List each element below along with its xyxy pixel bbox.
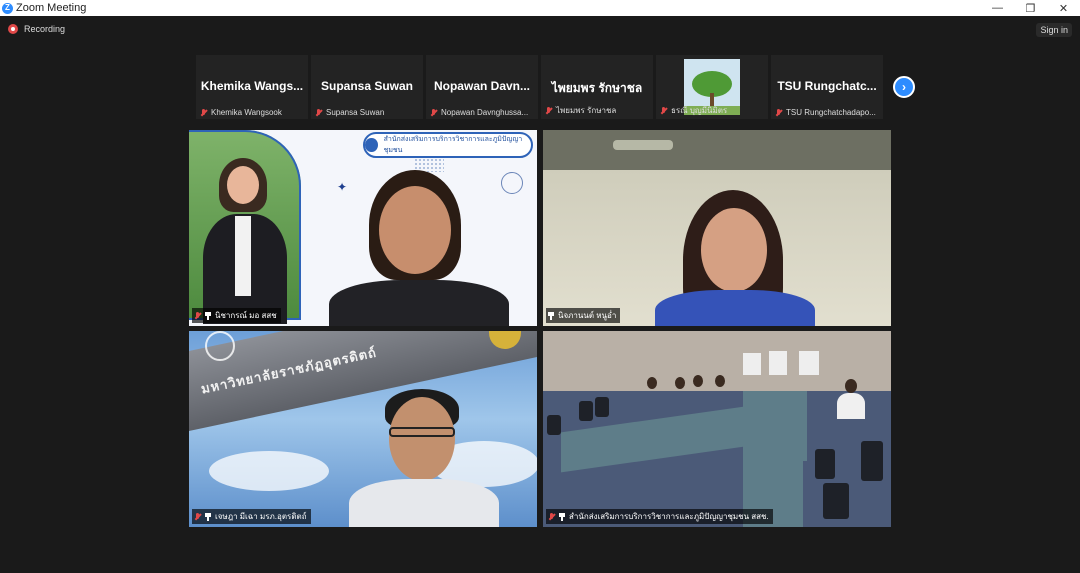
minimize-button[interactable]: —	[981, 0, 1014, 16]
participant-name: เจษฎา มีเฉา มรภ.อุตรดิตถ์	[215, 512, 307, 521]
window-controls: — ❐ ✕	[981, 0, 1080, 16]
mic-muted-icon	[194, 512, 201, 521]
record-icon	[8, 24, 18, 34]
participant-name-label: นิจภานนต์ หนูอ่ำ	[546, 308, 621, 323]
pin-icon	[205, 512, 211, 521]
mic-muted-icon	[660, 106, 667, 115]
participant-name: ไพยมพร รักษาชล	[556, 106, 617, 115]
video-tile[interactable]: สำนักส่งเสริมการบริการวิชาการและภูมิปัญญ…	[189, 130, 537, 326]
participant-label: ไพยมพร รักษาชล	[545, 104, 616, 117]
chevron-right-icon: ›	[902, 80, 906, 94]
participant-thumbnail[interactable]: Supansa Suwan Supansa Suwan	[311, 55, 423, 119]
participant-display-name: Supansa Suwan	[320, 79, 414, 93]
participant-name-label: นิชากรณ์ มอ สสช	[192, 308, 281, 323]
university-logo-icon	[205, 331, 235, 361]
video-tile[interactable]: นิจภานนต์ หนูอ่ำ	[543, 130, 891, 326]
participant-thumbnail[interactable]: ไพยมพร รักษาชล ไพยมพร รักษาชล	[541, 55, 653, 119]
window-title: Zoom Meeting	[16, 2, 87, 14]
mic-muted-icon	[548, 512, 555, 521]
pin-icon	[548, 311, 554, 320]
banner-text: สำนักส่งเสริมการบริการวิชาการและภูมิปัญญ…	[383, 136, 523, 154]
organization-banner: สำนักส่งเสริมการบริการวิชาการและภูมิปัญญ…	[363, 132, 533, 158]
participant-name: นิชากรณ์ มอ สสช	[215, 311, 277, 320]
mic-muted-icon	[545, 106, 552, 115]
participant-display-name: Khemika Wangs...	[200, 79, 304, 93]
participant-label: ธรณี บุญมีนิมิตร	[660, 104, 727, 117]
participant-name: Supansa Suwan	[326, 108, 385, 117]
organization-logo-icon	[365, 138, 378, 152]
participant-name-label: เจษฎา มีเฉา มรภ.อุตรดิตถ์	[192, 509, 311, 524]
participant-display-name: TSU Rungchatc...	[777, 79, 877, 93]
sign-in-button[interactable]: Sign in	[1036, 23, 1072, 37]
video-tile[interactable]: สำนักส่งเสริมการบริการวิชาการและภูมิปัญญ…	[543, 331, 891, 527]
sparkle-icon: ✦	[337, 180, 348, 194]
mic-muted-icon	[315, 108, 322, 117]
video-tile[interactable]: มหาวิทยาลัยราชภัฏอุตรดิตถ์ เจษฎา มีเฉา ม…	[189, 331, 537, 527]
pin-icon	[205, 311, 211, 320]
participant-display-name: ไพยมพร รักษาชล	[551, 81, 643, 95]
recording-label: Recording	[24, 24, 66, 34]
participant-name: Khemika Wangsook	[211, 108, 282, 117]
close-button[interactable]: ✕	[1047, 0, 1080, 16]
mic-muted-icon	[200, 108, 207, 117]
decorative-logo-icon	[501, 172, 523, 194]
participant-name: นิจภานนต์ หนูอ่ำ	[558, 311, 617, 320]
window-titlebar: Z Zoom Meeting — ❐ ✕	[0, 0, 1080, 16]
zoom-icon: Z	[2, 2, 13, 14]
participant-thumbnail[interactable]: TSU Rungchatc... TSU Rungchatchadapo...	[771, 55, 883, 119]
mic-muted-icon	[194, 311, 201, 320]
participant-label: Supansa Suwan	[315, 108, 384, 117]
next-page-button[interactable]: ›	[893, 76, 915, 98]
participant-name: Nopawan Davnghussa...	[441, 108, 529, 117]
participant-name: TSU Rungchatchadapo...	[786, 108, 876, 117]
participant-name-label: สำนักส่งเสริมการบริการวิชาการและภูมิปัญญ…	[546, 509, 773, 524]
mic-muted-icon	[430, 108, 437, 117]
participant-label: Nopawan Davnghussa...	[430, 108, 528, 117]
pin-icon	[559, 512, 565, 521]
participant-name: สำนักส่งเสริมการบริการวิชาการและภูมิปัญญ…	[569, 512, 769, 521]
participant-label: Khemika Wangsook	[200, 108, 282, 117]
participant-label: TSU Rungchatchadapo...	[775, 108, 876, 117]
participant-name: ธรณี บุญมีนิมิตร	[671, 106, 728, 115]
participant-display-name: Nopawan Davn...	[433, 79, 531, 93]
participant-thumbnail[interactable]: ธรณี บุญมีนิมิตร	[656, 55, 768, 119]
restore-button[interactable]: ❐	[1014, 0, 1047, 16]
participant-thumbnail[interactable]: Khemika Wangs... Khemika Wangsook	[196, 55, 308, 119]
meeting-topbar: Recording Sign in	[0, 16, 1080, 44]
participant-thumbnail[interactable]: Nopawan Davn... Nopawan Davnghussa...	[426, 55, 538, 119]
recording-indicator[interactable]: Recording	[8, 24, 65, 34]
mic-muted-icon	[775, 108, 782, 117]
